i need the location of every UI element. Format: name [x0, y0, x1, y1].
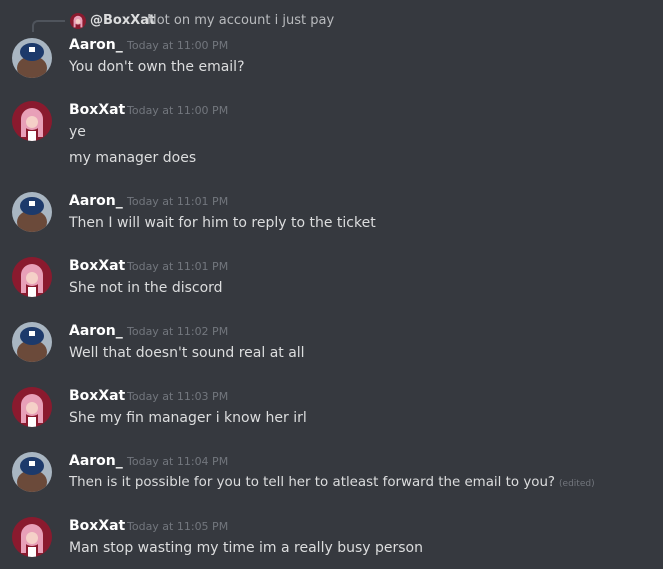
message-text: my manager does — [69, 150, 197, 166]
message-text: She my fin manager i know her irl — [69, 410, 307, 426]
message-text: She not in the discord — [69, 280, 223, 296]
message-text: Man stop wasting my time im a really bus… — [69, 540, 423, 556]
message-timestamp: Today at 11:05 PM — [127, 520, 229, 533]
message-text-content: Then is it possible for you to tell her … — [69, 475, 556, 490]
message-timestamp: Today at 11:00 PM — [127, 39, 229, 52]
message-timestamp: Today at 11:00 PM — [127, 104, 229, 117]
message-author[interactable]: BoxXat — [69, 101, 125, 119]
blue-helmet-bear-avatar-icon[interactable] — [12, 322, 52, 362]
edited-indicator: (edited) — [559, 479, 595, 489]
message-text: Well that doesn't sound real at all — [69, 345, 305, 361]
message-author[interactable]: BoxXat — [69, 387, 125, 405]
message-author[interactable]: Aaron_ — [69, 36, 123, 54]
reply-reference[interactable]: @BoxXat Not on my account i just pay — [0, 0, 663, 40]
message-timestamp: Today at 11:04 PM — [127, 455, 229, 468]
blue-helmet-bear-avatar-icon[interactable] — [12, 192, 52, 232]
reply-text[interactable]: Not on my account i just pay — [147, 13, 334, 29]
message-author[interactable]: Aaron_ — [69, 452, 123, 470]
message-text: Then is it possible for you to tell her … — [69, 473, 595, 494]
anime-girl-avatar-icon[interactable] — [12, 257, 52, 297]
blue-helmet-bear-avatar-icon[interactable] — [12, 452, 52, 492]
chat-log: @BoxXat Not on my account i just pay Aar… — [0, 0, 663, 569]
message-author[interactable]: BoxXat — [69, 257, 125, 275]
message-author[interactable]: Aaron_ — [69, 322, 123, 340]
message-author[interactable]: BoxXat — [69, 517, 125, 535]
message-timestamp: Today at 11:02 PM — [127, 325, 229, 338]
reply-author[interactable]: @BoxXat — [90, 13, 155, 29]
message-author[interactable]: Aaron_ — [69, 192, 123, 210]
message-text: Then I will wait for him to reply to the… — [69, 215, 376, 231]
anime-girl-avatar-icon[interactable] — [12, 387, 52, 427]
message-text: ye — [69, 124, 86, 140]
blue-helmet-bear-avatar-icon[interactable] — [12, 38, 52, 78]
message-text: You don't own the email? — [69, 59, 245, 75]
message-timestamp: Today at 11:01 PM — [127, 260, 229, 273]
message-timestamp: Today at 11:03 PM — [127, 390, 229, 403]
message-timestamp: Today at 11:01 PM — [127, 195, 229, 208]
reply-connector-line — [32, 20, 65, 32]
anime-girl-avatar-icon[interactable] — [12, 101, 52, 141]
anime-girl-avatar-icon — [70, 13, 86, 29]
anime-girl-avatar-icon[interactable] — [12, 517, 52, 557]
